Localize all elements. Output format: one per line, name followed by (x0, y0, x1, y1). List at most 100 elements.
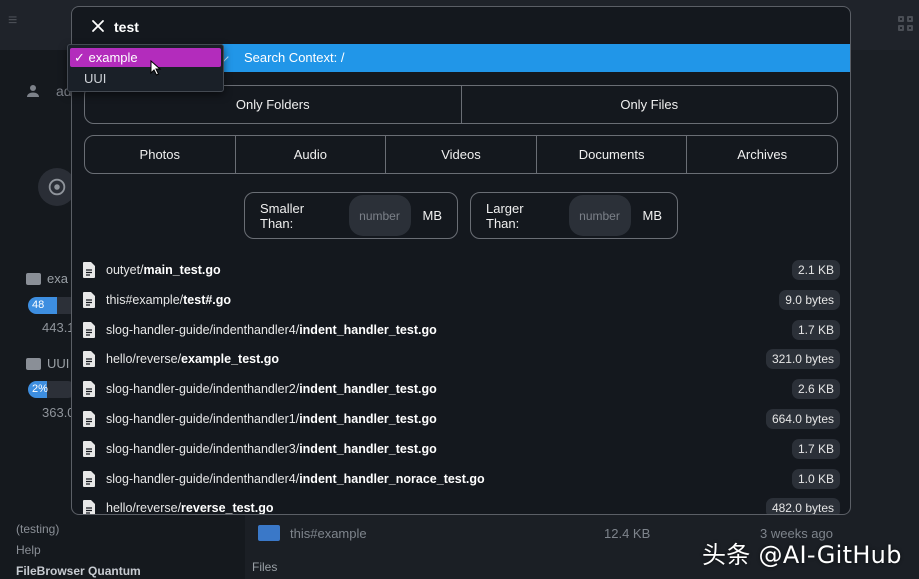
source-option-uui[interactable]: UUI (70, 69, 221, 88)
result-path: slog-handler-guide/indenthandler4/indent… (106, 323, 437, 337)
result-path: hello/reverse/reverse_test.go (106, 501, 274, 515)
result-path: this#example/test#.go (106, 293, 231, 307)
search-result-row[interactable]: this#example/test#.go 9.0 bytes (80, 285, 844, 315)
filter-photos[interactable]: Photos (85, 136, 236, 173)
larger-than-unit: MB (642, 208, 663, 223)
result-path: hello/reverse/example_test.go (106, 352, 279, 366)
menu-icon[interactable]: ≡ (8, 13, 24, 29)
result-filename: reverse_test.go (181, 501, 274, 515)
smaller-than-unit: MB (422, 208, 443, 223)
result-dir: hello/reverse/ (106, 501, 182, 515)
result-size: 2.1 KB (791, 260, 840, 280)
source-name: exa (47, 271, 68, 286)
smaller-than-input[interactable] (348, 195, 411, 236)
folder-icon (26, 357, 41, 370)
result-filename: indent_handler_test.go (299, 382, 437, 397)
result-path: slog-handler-guide/indenthandler3/indent… (106, 442, 437, 456)
result-filename: indent_handler_test.go (299, 322, 437, 337)
view-grid-icon[interactable] (898, 16, 914, 32)
result-size: 482.0 bytes (765, 498, 840, 514)
file-icon (83, 321, 95, 338)
result-filename: indent_handler_test.go (299, 412, 437, 426)
result-path: slog-handler-guide/indenthandler4/indent… (106, 472, 485, 486)
smaller-than-filter: Smaller Than: MB (244, 192, 458, 239)
sidebar-source-2[interactable]: UUI (26, 356, 69, 371)
result-size: 1.0 KB (791, 468, 840, 489)
result-path: slog-handler-guide/indenthandler2/indent… (106, 382, 437, 396)
result-dir: outyet/ (106, 263, 144, 277)
usage-label: 48 (32, 299, 45, 311)
result-dir: hello/reverse/ (106, 352, 182, 367)
folder-icon (26, 272, 41, 285)
search-result-row[interactable]: slog-handler-guide/indenthandler4/indent… (80, 464, 844, 494)
search-result-row[interactable]: hello/reverse/reverse_test.go 482.0 bytes (80, 493, 844, 515)
filter-archives[interactable]: Archives (687, 136, 837, 173)
help-link[interactable]: Help (16, 543, 41, 557)
result-path: slog-handler-guide/indenthandler1/indent… (106, 412, 437, 426)
sidebar-user[interactable]: ad (24, 82, 72, 100)
result-filename: main_test.go (143, 263, 221, 277)
mouse-pointer-icon (150, 60, 162, 76)
result-filename: test#.go (183, 292, 232, 307)
source-dropdown[interactable]: ✓ example UUI (67, 44, 224, 92)
sidebar-source-1[interactable]: exa (26, 271, 68, 286)
search-result-row[interactable]: slog-handler-guide/indenthandler4/indent… (80, 315, 844, 345)
category-filter-group: Photos Audio Videos Documents Archives (84, 135, 838, 174)
result-size: 1.7 KB (791, 438, 840, 459)
result-dir: slog-handler-guide/indenthandler2/ (106, 382, 300, 397)
result-filename: indent_handler_test.go (299, 441, 437, 456)
result-dir: slog-handler-guide/indenthandler1/ (106, 412, 300, 426)
source-usage-bar-2: 2% (28, 381, 76, 398)
result-size: 2.6 KB (791, 379, 840, 400)
source-name: UUI (47, 356, 70, 371)
search-input[interactable] (114, 16, 814, 38)
source-size-1: 443.1 (42, 320, 75, 335)
file-icon (83, 500, 95, 514)
sidebar-tag: (testing) (16, 522, 60, 536)
folder-icon (258, 525, 280, 541)
file-icon (83, 411, 95, 427)
search-result-row[interactable]: slog-handler-guide/indenthandler2/indent… (80, 374, 844, 404)
result-dir: slog-handler-guide/indenthandler3/ (106, 441, 300, 456)
files-section-label: Files (252, 560, 278, 574)
search-result-row[interactable]: slog-handler-guide/indenthandler3/indent… (80, 434, 844, 464)
person-icon (27, 85, 39, 97)
filter-documents[interactable]: Documents (537, 136, 688, 173)
file-icon (83, 351, 95, 368)
result-size: 664.0 bytes (765, 409, 840, 429)
file-icon (83, 440, 95, 457)
larger-than-input[interactable] (568, 195, 631, 236)
app-name: FileBrowser Quantum (16, 564, 141, 578)
source-size-2: 363.0 (42, 405, 75, 420)
listing-row-name: this#example (290, 525, 367, 541)
file-icon (83, 291, 95, 308)
result-filename: indent_handler_norace_test.go (299, 471, 485, 486)
result-size: 1.7 KB (791, 319, 840, 340)
search-result-row[interactable]: outyet/main_test.go 2.1 KB (80, 255, 844, 285)
search-result-row[interactable]: hello/reverse/example_test.go 321.0 bytes (80, 344, 844, 374)
result-path: outyet/main_test.go (106, 263, 221, 277)
close-icon[interactable] (90, 18, 106, 34)
watermark: 头条 @AI-GitHub (702, 541, 902, 569)
file-icon (83, 262, 95, 278)
usage-fill: 48 (28, 297, 57, 314)
file-icon (83, 381, 95, 398)
filter-audio[interactable]: Audio (236, 136, 387, 173)
filter-videos[interactable]: Videos (386, 136, 537, 173)
touch-icon (48, 178, 66, 196)
source-option-example[interactable]: ✓ example (70, 48, 221, 67)
result-dir: slog-handler-guide/indenthandler4/ (106, 322, 300, 337)
result-filename: example_test.go (181, 352, 280, 367)
larger-than-label: Larger Than: (486, 200, 524, 231)
result-dir: slog-handler-guide/indenthandler4/ (106, 471, 300, 486)
file-icon (83, 470, 95, 487)
filter-only-files[interactable]: Only Files (462, 86, 838, 123)
search-bar (72, 7, 850, 45)
usage-fill: 2% (28, 381, 48, 398)
search-result-row[interactable]: slog-handler-guide/indenthandler1/indent… (80, 404, 844, 434)
result-size: 9.0 bytes (779, 289, 840, 310)
larger-than-filter: Larger Than: MB (470, 192, 678, 239)
usage-label: 2% (32, 383, 48, 395)
smaller-than-label: Smaller Than: (260, 200, 305, 231)
search-context-label: Search Context: / (244, 50, 345, 65)
